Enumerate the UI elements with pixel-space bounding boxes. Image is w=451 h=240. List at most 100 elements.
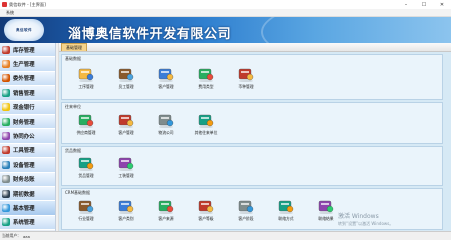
- sidebar: 库存管理 生产管理委外管理销售管理现金银行财务管理协同办公工具管理设备管理 财务总账…: [0, 43, 56, 231]
- module-label: 客户阶段: [238, 216, 254, 221]
- module-icon: [117, 155, 135, 171]
- module-icon: [2, 203, 10, 212]
- module-icon: [197, 198, 215, 214]
- module-label: 客户管理: [118, 130, 134, 135]
- module-icon: [77, 155, 95, 171]
- module-icon: [77, 112, 95, 128]
- status-user: aaa: [22, 233, 30, 239]
- module-button[interactable]: 物流公司: [146, 112, 186, 136]
- module-icon: [2, 146, 10, 155]
- module-button[interactable]: 行业管理: [66, 198, 106, 222]
- module-label: 工装管理: [118, 173, 134, 178]
- module-icon: [317, 198, 335, 214]
- menu-item-system[interactable]: 系统: [6, 10, 14, 16]
- module-label: 联络结果: [318, 216, 334, 221]
- section-panel: 货品数据货品管理 工装管理: [61, 146, 443, 186]
- section-panel: 往来单位供应商管理 客户管理 物流公司 其他往来单位: [61, 102, 443, 144]
- section-title: CRM基础数据: [65, 190, 91, 195]
- module-icon: [2, 189, 10, 198]
- module-icon: [2, 117, 10, 126]
- section-title: 往来单位: [65, 104, 81, 109]
- watermark-line1: 激活 Windows: [338, 213, 379, 220]
- module-icon: [117, 66, 135, 82]
- sidebar-item[interactable]: 设备管理: [0, 158, 55, 173]
- section-panel: 基础数据 工序管理 员工管理 客户管理 费用类型 币种管理: [61, 54, 443, 100]
- module-button[interactable]: 费用类型: [186, 66, 226, 90]
- status-bar: 当前用户： aaa: [0, 231, 451, 240]
- sidebar-item[interactable]: 库存管理: [0, 43, 55, 58]
- module-label: 联络方式: [278, 216, 294, 221]
- header-banner: 奥信软件 淄博奥信软件开发有限公司: [0, 17, 451, 43]
- module-icon: [117, 198, 135, 214]
- module-label: 客户类别: [118, 216, 134, 221]
- module-button[interactable]: 客户管理: [146, 66, 186, 90]
- sidebar-item[interactable]: 期初数据: [0, 186, 55, 202]
- tab-basic-management[interactable]: 基础管理: [61, 43, 87, 51]
- module-icon: [77, 198, 95, 214]
- module-icon: [197, 112, 215, 128]
- module-button[interactable]: 员工管理: [106, 66, 146, 90]
- module-icon: [2, 218, 10, 227]
- maximize-icon[interactable]: ☐: [415, 0, 433, 9]
- module-icon: [2, 60, 10, 69]
- sidebar-item-label: 系统管理: [13, 220, 35, 227]
- module-icon: [157, 66, 175, 82]
- sidebar-item[interactable]: 生产管理: [0, 57, 55, 72]
- module-label: 工序管理: [78, 84, 94, 89]
- sidebar-item[interactable]: 现金银行: [0, 100, 55, 115]
- sidebar-item[interactable]: 系统管理: [0, 215, 55, 231]
- module-icon: [157, 198, 175, 214]
- module-button[interactable]: 供应商管理: [66, 112, 106, 136]
- sidebar-item[interactable]: 财务管理: [0, 114, 55, 130]
- window-controls: – ☐ ✕: [397, 0, 451, 9]
- module-label: 供应商管理: [76, 130, 96, 135]
- icon-row: 行业管理 客户类别 客户来源 客户等级 客户阶段 联络方式 联络结果: [66, 198, 346, 222]
- sidebar-item[interactable]: 基本管理: [0, 201, 55, 216]
- module-button[interactable]: 联络方式: [266, 198, 306, 222]
- module-label: 费用类型: [198, 84, 214, 89]
- module-button[interactable]: 客户来源: [146, 198, 186, 222]
- module-button[interactable]: 工装管理: [106, 155, 146, 179]
- module-label: 币种管理: [238, 84, 254, 89]
- module-label: 客户来源: [158, 216, 174, 221]
- module-button[interactable]: 其他往来单位: [186, 112, 226, 136]
- icon-row: 工序管理 员工管理 客户管理 费用类型 币种管理: [66, 66, 266, 90]
- minimize-icon[interactable]: –: [397, 0, 415, 9]
- module-icon: [2, 103, 10, 112]
- sidebar-item[interactable]: 协同办公: [0, 129, 55, 144]
- module-icon: [117, 112, 135, 128]
- close-icon[interactable]: ✕: [433, 0, 451, 9]
- menu-bar: 系统: [0, 9, 451, 17]
- logo-text: 奥信软件: [16, 27, 32, 32]
- module-icon: [2, 132, 10, 141]
- module-icon: [197, 66, 215, 82]
- tab-strip: 基础管理: [59, 43, 451, 52]
- module-label: 员工管理: [118, 84, 134, 89]
- sidebar-item-label: 委外管理: [13, 76, 35, 83]
- module-button[interactable]: 币种管理: [226, 66, 266, 90]
- sidebar-item[interactable]: 财务总账: [0, 172, 55, 187]
- status-user-label: 当前用户：: [2, 233, 21, 238]
- app-icon: [2, 2, 7, 7]
- sidebar-item-label: 协同办公: [13, 134, 35, 141]
- sidebar-item-label: 销售管理: [13, 90, 35, 97]
- module-button[interactable]: 客户管理: [106, 112, 146, 136]
- sidebar-item[interactable]: 工具管理: [0, 143, 55, 159]
- company-name: 淄博奥信软件开发有限公司: [68, 27, 232, 42]
- section-title: 货品数据: [65, 148, 81, 153]
- title-bar: 奥信软件 - [主界面] – ☐ ✕: [0, 0, 451, 9]
- sidebar-item-label: 现金银行: [13, 105, 35, 112]
- module-button[interactable]: 客户等级: [186, 198, 226, 222]
- sidebar-item[interactable]: 销售管理: [0, 86, 55, 101]
- sidebar-item-label: 财务管理: [13, 119, 35, 126]
- module-button[interactable]: 客户类别: [106, 198, 146, 222]
- module-button[interactable]: 工序管理: [66, 66, 106, 90]
- module-label: 物流公司: [158, 130, 174, 135]
- module-button[interactable]: 客户阶段: [226, 198, 266, 222]
- module-icon: [2, 160, 10, 169]
- company-logo: 奥信软件: [4, 19, 44, 41]
- module-icon: [237, 66, 255, 82]
- sidebar-item-label: 工具管理: [13, 148, 35, 155]
- sidebar-item[interactable]: 委外管理: [0, 71, 55, 87]
- module-button[interactable]: 货品管理: [66, 155, 106, 179]
